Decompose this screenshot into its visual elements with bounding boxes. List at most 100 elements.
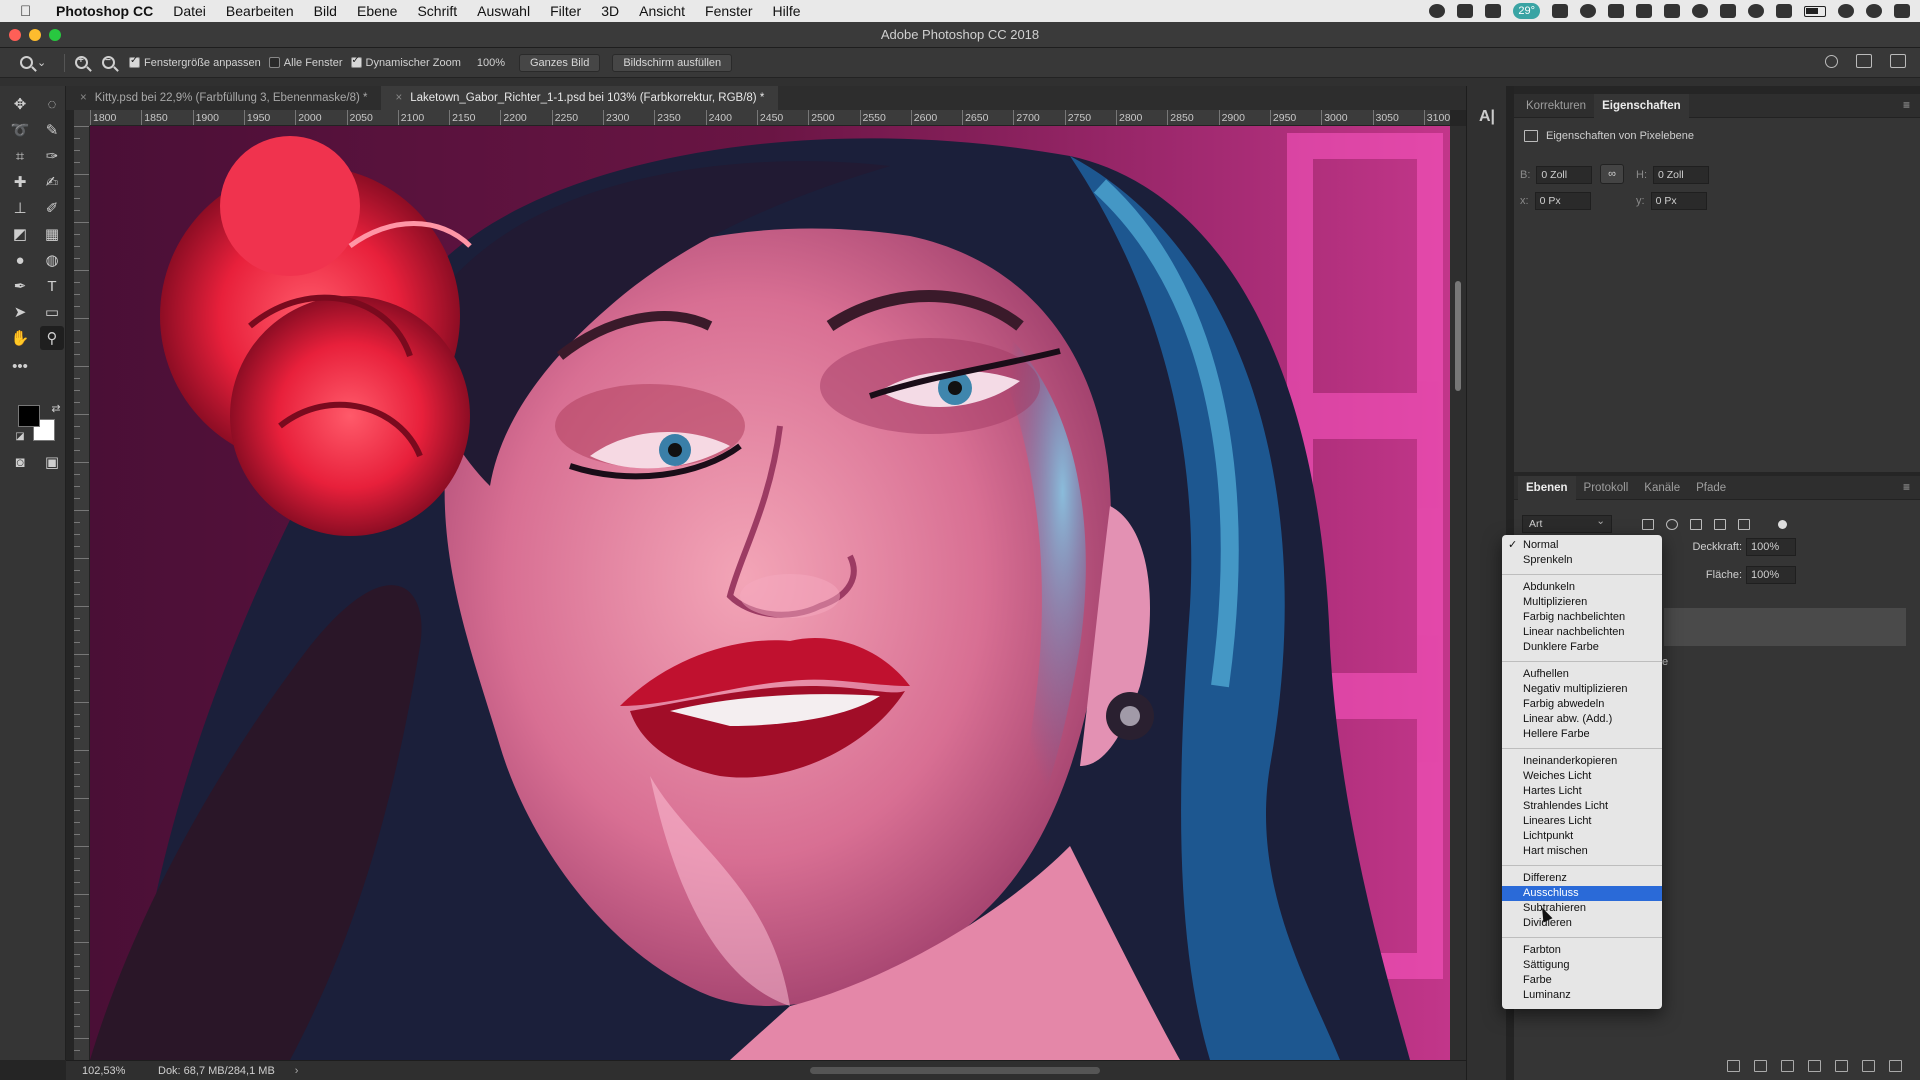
scrubby-zoom-checkbox[interactable]: Dynamischer Zoom	[350, 55, 461, 69]
ruler-corner[interactable]	[74, 110, 90, 126]
opacity-field[interactable]: 100%	[1746, 538, 1796, 556]
vertical-scrollbar[interactable]	[1450, 126, 1466, 1060]
menu-schrift[interactable]: Schrift	[417, 3, 457, 19]
blend-mode-item[interactable]: Differenz	[1502, 871, 1662, 886]
blend-mode-dropdown[interactable]: NormalSprenkelnAbdunkelnMultiplizierenFa…	[1502, 535, 1662, 1009]
blend-mode-item[interactable]: Dunklere Farbe	[1502, 640, 1662, 655]
maximize-window-button[interactable]	[49, 29, 61, 41]
new-group-icon[interactable]	[1835, 1060, 1848, 1072]
status-menu-arrow[interactable]: ›	[295, 1065, 299, 1077]
adjustment-layer-icon[interactable]	[1808, 1060, 1821, 1072]
swap-colors-icon[interactable]: ⇄	[44, 396, 68, 420]
blend-mode-item[interactable]: Subtrahieren	[1502, 901, 1662, 916]
menu-app-name[interactable]: Photoshop CC	[56, 3, 153, 19]
blend-mode-item[interactable]: Dividieren	[1502, 916, 1662, 931]
healing-brush-tool-icon[interactable]: ✚	[8, 170, 32, 194]
spotlight-icon[interactable]	[1838, 4, 1854, 18]
minimize-window-button[interactable]	[29, 29, 41, 41]
close-tab-icon[interactable]: ×	[395, 92, 402, 104]
sync-icon[interactable]	[1580, 4, 1596, 18]
horizontal-ruler[interactable]: 1800 1850 1900 1950 2000 2050 2100 2150 2200 2250…	[90, 110, 1450, 126]
search-icon[interactable]	[1825, 54, 1838, 68]
document-canvas[interactable]	[90, 126, 1450, 1060]
siri-icon[interactable]	[1866, 4, 1882, 18]
fill-screen-button[interactable]: Bildschirm ausfüllen	[612, 53, 733, 72]
panel-menu-icon[interactable]: ≡	[1903, 98, 1910, 112]
eyedropper-tool-icon[interactable]: ✑	[40, 144, 64, 168]
hd-icon[interactable]	[1664, 4, 1680, 18]
tab-pfade[interactable]: Pfade	[1688, 476, 1734, 500]
layer-kind-filter[interactable]: Art	[1522, 513, 1612, 533]
more-tools-icon[interactable]: •••	[8, 354, 32, 378]
weather-badge[interactable]: 29°	[1513, 3, 1540, 19]
tab-kanaele[interactable]: Kanäle	[1636, 476, 1688, 500]
crop-tool-icon[interactable]: ⌗	[8, 144, 32, 168]
dropbox-icon[interactable]	[1485, 4, 1502, 18]
record-icon[interactable]	[1429, 4, 1446, 18]
filter-pixel-icon[interactable]	[1642, 518, 1654, 530]
close-tab-icon[interactable]: ×	[80, 92, 87, 104]
menu-hilfe[interactable]: Hilfe	[773, 3, 801, 19]
blend-mode-item[interactable]: Strahlendes Licht	[1502, 799, 1662, 814]
blend-mode-item[interactable]: Abdunkeln	[1502, 580, 1662, 595]
horizontal-scrollbar[interactable]	[810, 1067, 1100, 1074]
blend-mode-item[interactable]: Ausschluss	[1502, 886, 1662, 901]
character-panel-icon[interactable]: A|	[1479, 108, 1495, 126]
history-brush-tool-icon[interactable]: ✐	[40, 196, 64, 220]
add-mask-icon[interactable]	[1781, 1060, 1794, 1072]
quick-mask-icon[interactable]: ◙	[8, 450, 32, 474]
blend-mode-item[interactable]: Linear abw. (Add.)	[1502, 712, 1662, 727]
lasso-tool-icon[interactable]: ➰	[8, 118, 32, 142]
all-windows-checkbox[interactable]: Alle Fenster	[268, 57, 343, 69]
wifi-icon[interactable]	[1748, 4, 1764, 18]
selected-layer-row[interactable]	[1664, 608, 1906, 646]
vertical-ruler[interactable]	[74, 126, 90, 1060]
menu-bild[interactable]: Bild	[314, 3, 337, 19]
app-icon[interactable]	[1552, 4, 1568, 18]
filter-adjustment-icon[interactable]	[1666, 518, 1678, 530]
menu-ansicht[interactable]: Ansicht	[639, 3, 685, 19]
menu-fenster[interactable]: Fenster	[705, 3, 752, 19]
blend-mode-item[interactable]: Multiplizieren	[1502, 595, 1662, 610]
tool-preset-picker[interactable]: ⌄	[20, 56, 54, 69]
blend-mode-item[interactable]: Lineares Licht	[1502, 814, 1662, 829]
filter-shape-icon[interactable]	[1714, 518, 1726, 530]
menu-auswahl[interactable]: Auswahl	[477, 3, 530, 19]
blend-mode-item[interactable]: Negativ multiplizieren	[1502, 682, 1662, 697]
menu-datei[interactable]: Datei	[173, 3, 206, 19]
airplay-icon[interactable]	[1776, 4, 1792, 18]
scroll-thumb[interactable]	[1455, 281, 1461, 391]
share-icon[interactable]	[1890, 54, 1906, 68]
tab-ebenen[interactable]: Ebenen	[1518, 475, 1576, 500]
type-tool-icon[interactable]: T	[40, 274, 64, 298]
tab-eigenschaften[interactable]: Eigenschaften	[1594, 93, 1689, 118]
tab-kitty[interactable]: × Kitty.psd bei 22,9% (Farbfüllung 3, Ebe…	[66, 86, 381, 110]
eraser-tool-icon[interactable]: ◩	[8, 222, 32, 246]
resize-windows-checkbox[interactable]: Fenstergröße anpassen	[129, 55, 261, 69]
link-icon[interactable]: ∞	[1600, 164, 1624, 184]
blend-mode-item[interactable]: Hartes Licht	[1502, 784, 1662, 799]
height-field[interactable]: 0 Zoll	[1653, 166, 1709, 184]
tab-korrekturen[interactable]: Korrekturen	[1518, 94, 1594, 118]
zoom-100-button[interactable]: 100%	[477, 57, 505, 69]
blend-mode-item[interactable]: Normal	[1502, 538, 1662, 553]
fill-field[interactable]: 100%	[1746, 566, 1796, 584]
blend-mode-item[interactable]: Hellere Farbe	[1502, 727, 1662, 742]
battery-icon[interactable]	[1804, 5, 1826, 17]
menu-3d[interactable]: 3D	[601, 3, 619, 19]
tab-protokoll[interactable]: Protokoll	[1576, 476, 1637, 500]
workspace-icon[interactable]	[1856, 54, 1872, 68]
blend-mode-item[interactable]: Linear nachbelichten	[1502, 625, 1662, 640]
menu-bearbeiten[interactable]: Bearbeiten	[226, 3, 294, 19]
trash-icon[interactable]	[1889, 1060, 1902, 1072]
dodge-tool-icon[interactable]: ◍	[40, 248, 64, 272]
y-field[interactable]: 0 Px	[1650, 192, 1707, 210]
panel-menu-icon[interactable]: ≡	[1903, 480, 1910, 494]
width-field[interactable]: 0 Zoll	[1536, 166, 1593, 184]
blend-mode-item[interactable]: Aufhellen	[1502, 667, 1662, 682]
tab-laketown[interactable]: × Laketown_Gabor_Richter_1-1.psd bei 103%…	[381, 86, 779, 110]
default-colors-icon[interactable]: ◪	[8, 424, 32, 448]
blend-mode-item[interactable]: Luminanz	[1502, 988, 1662, 1003]
blur-tool-icon[interactable]: ●	[8, 248, 32, 272]
fx-icon[interactable]	[1754, 1060, 1767, 1072]
